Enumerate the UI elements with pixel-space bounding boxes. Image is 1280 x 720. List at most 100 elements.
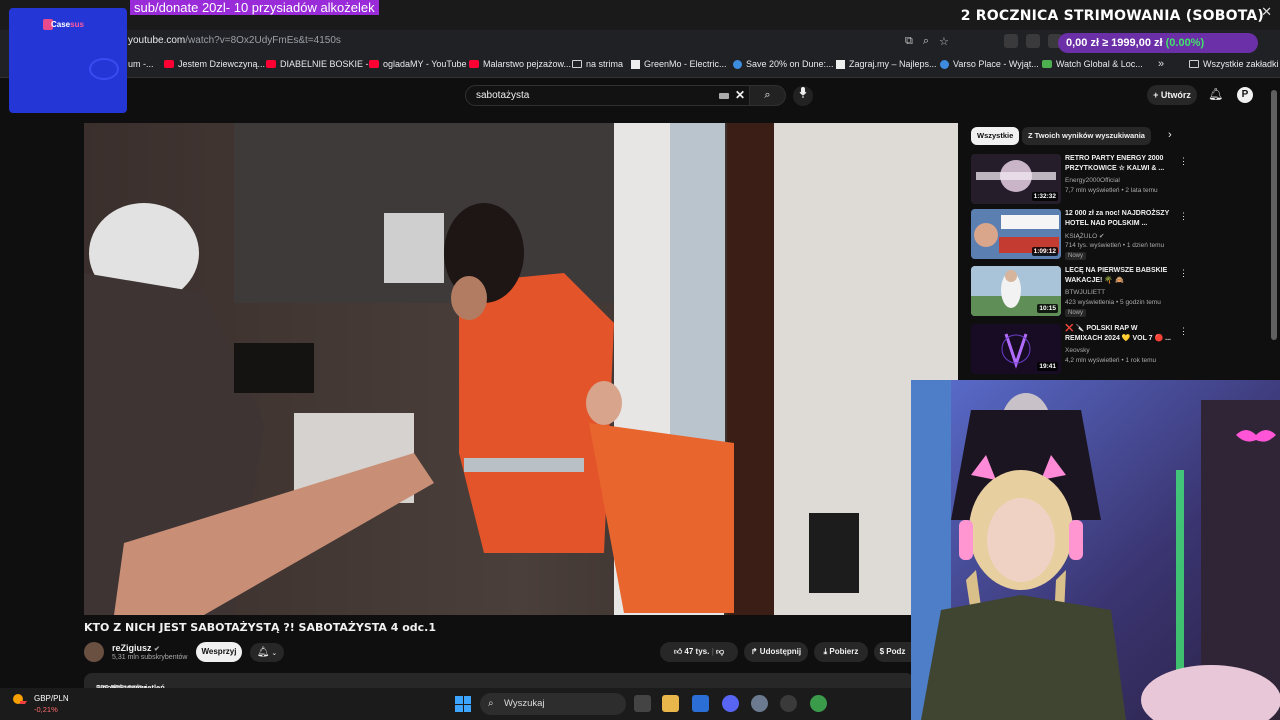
notifications-bell-icon[interactable]: 🔔︎ [1208, 87, 1223, 101]
video-duration: 10:15 [1037, 304, 1058, 313]
download-label: Pobierz [829, 647, 859, 656]
extension-icon[interactable] [1026, 34, 1040, 48]
recommendation-item[interactable]: 19:41 ❌ 🔪 POLSKI RAP W REMIXACH 2024 💛 V… [971, 324, 1188, 376]
close-icon[interactable]: ✕ [1261, 4, 1272, 20]
widget-brand: Casesus [51, 20, 84, 29]
extension-icon[interactable] [1004, 34, 1018, 48]
chevron-right-icon[interactable]: › [1168, 129, 1172, 141]
bookmark-label: Jestem Dziewczyną... [178, 59, 266, 69]
bookmark-label: GreenMo - Electric... [644, 59, 727, 69]
settings-icon[interactable] [751, 695, 768, 712]
channel-avatar[interactable] [84, 642, 104, 662]
bookmark-item[interactable]: GreenMo - Electric... [631, 59, 727, 69]
bookmarks-more-button[interactable]: » [1158, 58, 1164, 70]
bookmark-item[interactable]: Jestem Dziewczyną... [164, 59, 265, 69]
webcam-overlay [911, 380, 1280, 720]
recommendation-title[interactable]: ❌ 🔪 POLSKI RAP W REMIXACH 2024 💛 VOL 7 🔴… [1065, 324, 1175, 344]
chip-all[interactable]: Wszystkie [971, 127, 1020, 145]
download-button[interactable]: ⤓ Pobierz [814, 642, 868, 662]
page-scrollbar[interactable] [1271, 90, 1277, 340]
bookmarks-bar: um -... Jestem Dziewczyną... DIABELNIE B… [0, 54, 1280, 78]
channel-name[interactable]: reZigiusz ✔ [112, 643, 160, 653]
recommendation-thumbnail[interactable]: 1:32:32 [971, 154, 1061, 204]
bookmark-item[interactable]: Varso Place - Wyjąt... [940, 59, 1039, 69]
youtube-icon [266, 60, 276, 68]
install-app-icon[interactable]: ⧉ [905, 35, 913, 48]
bookmark-item[interactable]: Zagraj.my – Najleps... [836, 59, 937, 69]
bookmark-item[interactable]: na strima [572, 59, 623, 69]
recommendation-channel[interactable]: BTWJULIETT [1065, 289, 1105, 296]
bookmark-star-icon[interactable]: ☆ [939, 35, 949, 48]
clear-search-icon[interactable]: ✕ [735, 88, 745, 102]
share-button[interactable]: ↱ Udostępnij [744, 642, 808, 662]
dislike-button[interactable]: 👎︎ [716, 647, 724, 656]
thanks-button[interactable]: $ Podz [874, 642, 911, 662]
recommendation-thumbnail[interactable]: 10:15 [971, 266, 1061, 316]
video-duration: 1:32:32 [1031, 192, 1058, 201]
like-button[interactable]: 👍︎ 47 tys. [674, 647, 710, 656]
video-player[interactable] [84, 123, 958, 615]
recommendation-channel[interactable]: KSIĄŻULO ✔ [1065, 232, 1104, 240]
verified-icon: ✔ [154, 646, 160, 653]
chip-from-your-search[interactable]: Z Twoich wyników wyszukiwania [1022, 127, 1151, 145]
discord-icon[interactable] [722, 695, 739, 712]
video-duration: 19:41 [1037, 362, 1058, 371]
keyboard-icon[interactable] [719, 93, 729, 99]
page-icon [836, 59, 845, 69]
all-bookmarks-label: Wszystkie zakładki [1203, 59, 1279, 69]
taskbar-search[interactable]: ⌕ Wyszukaj [480, 693, 626, 715]
recommendation-item[interactable]: 1:32:32 RETRO PARTY ENERGY 2000 PRZYTKOW… [971, 154, 1188, 206]
bookmark-label: na strima [586, 59, 624, 69]
zoom-icon[interactable]: ⌕ [923, 35, 929, 48]
more-options-icon[interactable]: ⋮ [1179, 156, 1188, 167]
create-button[interactable]: + Utwórz [1147, 85, 1197, 105]
task-view-icon[interactable] [634, 695, 651, 712]
bookmark-label: um -... [128, 59, 154, 69]
screen: sub/donate 20zl- 10 przysiadów alkożelek… [0, 0, 1280, 720]
account-avatar[interactable]: P [1237, 87, 1253, 103]
recommendation-title[interactable]: RETRO PARTY ENERGY 2000 PRZYTKOWICE ☆ KA… [1065, 154, 1175, 174]
recommendation-meta: 4,2 mln wyświetleń • 1 rok temu [1065, 357, 1157, 364]
voice-search-button[interactable] [793, 86, 813, 106]
like-dislike-group: 👍︎ 47 tys. | 👎︎ [660, 642, 738, 662]
app-icon[interactable] [780, 695, 797, 712]
bookmark-item[interactable]: Save 20% on Dune:... [733, 59, 834, 69]
recommendation-title[interactable]: LECĘ NA PIERWSZE BABSKIE WAKACJE! 🌴 🙈 [1065, 266, 1175, 286]
recommendation-thumbnail[interactable]: 19:41 [971, 324, 1061, 374]
bookmark-item[interactable]: Malarstwo pejzażow... [469, 59, 571, 69]
bookmark-label: Varso Place - Wyjąt... [953, 59, 1039, 69]
more-options-icon[interactable]: ⋮ [1179, 268, 1188, 279]
bookmark-item[interactable]: DIABELNIE BOSKIE -... [266, 59, 376, 69]
all-bookmarks-button[interactable]: Wszystkie zakładki [1189, 59, 1279, 69]
recommendation-title[interactable]: 12 000 zł za noc! NAJDROŻSZY HOTEL NAD P… [1065, 209, 1175, 229]
recommendation-channel[interactable]: Energy2000Official [1065, 177, 1120, 184]
windows-start-icon[interactable] [455, 696, 471, 712]
more-options-icon[interactable]: ⋮ [1179, 326, 1188, 337]
support-button[interactable]: Wesprzyj [196, 642, 242, 662]
stock-widget-icon[interactable] [12, 692, 28, 706]
subscription-notifications-button[interactable]: 🔔︎ ⌄ [250, 643, 284, 662]
currency-pair[interactable]: GBP/PLN [34, 694, 69, 703]
recommendation-item[interactable]: 1:09:12 12 000 zł za noc! NAJDROŻSZY HOT… [971, 209, 1188, 261]
extensions-bar [1004, 34, 1062, 48]
search-input[interactable]: sabotażysta ✕ [465, 85, 750, 106]
more-options-icon[interactable]: ⋮ [1179, 211, 1188, 222]
bookmark-item[interactable]: um -... [128, 59, 154, 69]
ticker-percent: (0.00%) [1165, 37, 1205, 49]
donate-overlay-text: sub/donate 20zl- 10 przysiadów alkożelek [130, 0, 379, 15]
recommendation-channel[interactable]: Xeovsky [1065, 347, 1090, 354]
file-explorer-icon[interactable] [662, 695, 679, 712]
search-button[interactable]: ⌕ [750, 85, 786, 106]
site-icon [1042, 60, 1052, 68]
share-label: Udostępnij [759, 647, 802, 656]
microsoft-store-icon[interactable] [692, 695, 709, 712]
bookmark-item[interactable]: Watch Global & Loc... [1042, 59, 1143, 69]
site-icon [733, 59, 742, 69]
chrome-icon[interactable] [810, 695, 827, 712]
url-field[interactable]: youtube.com/watch?v=8Ox2UdyFmEs&t=4150s [128, 35, 341, 46]
bookmark-item[interactable]: ogladaMY - YouTube [369, 59, 467, 69]
recommendation-item[interactable]: 10:15 LECĘ NA PIERWSZE BABSKIE WAKACJE! … [971, 266, 1188, 318]
currency-change: -0,21% [34, 705, 58, 714]
recommendation-thumbnail[interactable]: 1:09:12 [971, 209, 1061, 259]
subscriber-count: 5,31 mln subskrybentów [112, 654, 188, 661]
